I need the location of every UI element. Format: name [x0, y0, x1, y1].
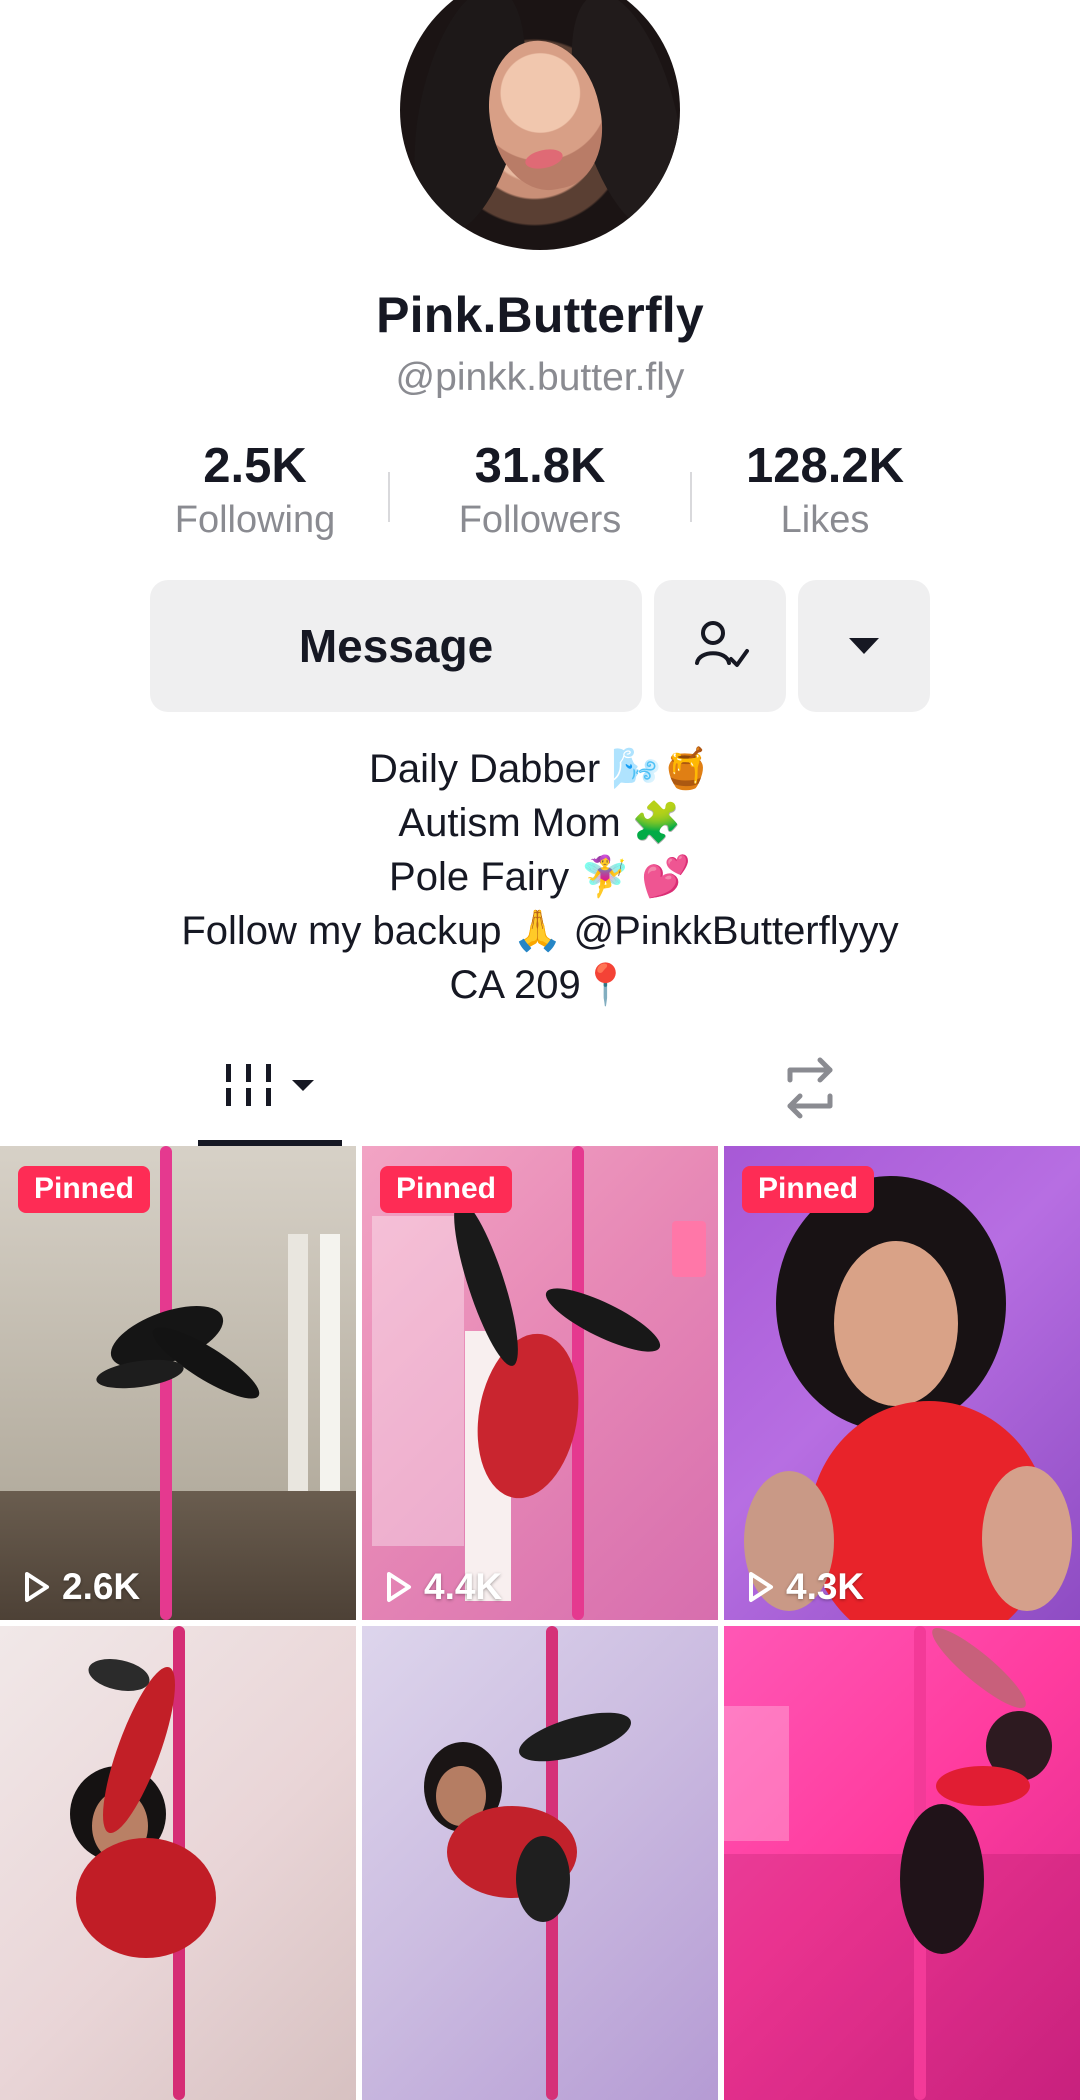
play-icon: [25, 1572, 49, 1602]
tab-reposts[interactable]: [772, 1050, 848, 1126]
video-tile[interactable]: [0, 1626, 356, 2100]
avatar[interactable]: [400, 0, 680, 250]
profile-actions: Message: [150, 580, 930, 712]
view-count: 4.4K: [384, 1566, 502, 1608]
pinned-badge: Pinned: [742, 1166, 875, 1213]
view-count: 2.6K: [22, 1566, 140, 1608]
video-tile[interactable]: [362, 1626, 718, 2100]
repost-icon: [787, 1057, 833, 1119]
stat-divider: [388, 472, 390, 522]
followers-count: 31.8K: [474, 439, 606, 493]
person-check-icon: [695, 621, 749, 667]
likes-stat[interactable]: 128.2K Likes: [710, 436, 940, 544]
following-stat[interactable]: 2.5K Following: [140, 436, 370, 544]
video-tile[interactable]: Pinned 4.3K: [724, 1146, 1080, 1620]
profile-bio: Daily Dabber 🌬️🍯 Autism Mom 🧩 Pole Fairy…: [0, 742, 1080, 1012]
following-label: Following: [174, 499, 336, 541]
tab-videos[interactable]: [198, 1050, 342, 1146]
pinned-badge: Pinned: [380, 1166, 513, 1213]
followers-stat[interactable]: 31.8K Followers: [425, 436, 655, 544]
likes-count: 128.2K: [745, 439, 904, 493]
profile-stats: 2.5K Following 31.8K Followers 128.2K Li…: [140, 436, 940, 546]
play-icon: [749, 1572, 773, 1602]
view-count-text: 2.6K: [62, 1566, 141, 1607]
view-count-text: 4.4K: [424, 1566, 503, 1607]
video-tile[interactable]: [724, 1626, 1080, 2100]
content-tabs: [0, 1050, 1080, 1146]
stat-divider: [690, 472, 692, 522]
likes-label: Likes: [780, 499, 870, 541]
username: @pinkk.butter.fly: [395, 356, 685, 399]
followers-label: Followers: [458, 499, 622, 541]
display-name: Pink.Butterfly: [376, 287, 704, 343]
more-options-button[interactable]: [798, 580, 930, 712]
video-tile[interactable]: Pinned 4.4K: [362, 1146, 718, 1620]
following-count: 2.5K: [203, 439, 307, 493]
video-tile[interactable]: Pinned 2.6K: [0, 1146, 356, 1620]
caret-down-icon: [849, 638, 879, 654]
pinned-badge: Pinned: [18, 1166, 151, 1213]
bio-line: CA 209📍: [449, 963, 631, 1007]
play-icon: [387, 1572, 411, 1602]
bio-line: Pole Fairy 🧚‍♀️ 💕: [389, 855, 691, 899]
message-button[interactable]: Message: [150, 580, 642, 712]
friend-status-button[interactable]: [654, 580, 786, 712]
bio-line: Follow my backup 🙏 @PinkkButterflyyy: [181, 909, 899, 953]
view-count: 4.3K: [746, 1566, 864, 1608]
bio-line: Autism Mom 🧩: [398, 801, 682, 845]
bio-line: Daily Dabber 🌬️🍯: [369, 747, 711, 791]
grid-icon: [226, 1064, 314, 1106]
view-count-text: 4.3K: [786, 1566, 865, 1607]
